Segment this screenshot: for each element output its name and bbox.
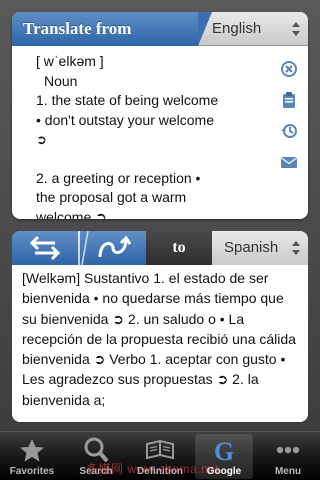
- watermark: 多媒网 www.ebama.net: [86, 462, 220, 476]
- result-panel: [Welkəm] Sustantivo 1. el estado de ser …: [12, 265, 308, 422]
- source-language-select[interactable]: English: [212, 12, 308, 46]
- tab-favorites[interactable]: Favorites: [3, 434, 61, 479]
- star-icon: [20, 439, 44, 462]
- language-bar: to Spanish: [12, 231, 308, 265]
- to-separator: to: [146, 231, 212, 265]
- example-2: the proposal got a warm: [36, 189, 187, 205]
- select-arrows-icon: [292, 22, 300, 36]
- mail-icon[interactable]: [280, 153, 298, 171]
- translation-text[interactable]: [Welkəm] Sustantivo 1. el estado de ser …: [22, 268, 302, 410]
- phonetic: [ wˈelkəm ]: [36, 53, 104, 69]
- link-arrow-icon[interactable]: ➲: [36, 130, 272, 150]
- more-dots-icon: [276, 446, 300, 454]
- source-panel: Translate from English [ wˈelkəm ] Noun …: [12, 12, 308, 219]
- select-arrows-icon: [292, 241, 300, 255]
- tab-label: Menu: [274, 466, 302, 477]
- translate-from-label: Translate from: [12, 12, 212, 46]
- transliterate-button[interactable]: [80, 231, 146, 265]
- definition-1: 1. the state of being welcome: [36, 92, 219, 108]
- source-header: Translate from English: [12, 12, 308, 46]
- transliterate-icon: [81, 231, 132, 265]
- source-language-value: English: [212, 20, 262, 37]
- clear-icon[interactable]: [280, 60, 298, 78]
- target-language-select[interactable]: Spanish: [212, 231, 308, 265]
- example-1: • don't outstay your welcome: [36, 111, 214, 128]
- clipboard-icon[interactable]: [280, 91, 298, 109]
- target-language-value: Spanish: [224, 239, 279, 256]
- swap-arrows-icon: [29, 235, 61, 261]
- history-icon[interactable]: [280, 122, 298, 140]
- to-label: to: [172, 239, 186, 256]
- part-of-speech: Noun: [44, 72, 78, 89]
- source-text[interactable]: [ wˈelkəm ] Noun 1. the state of being w…: [36, 52, 272, 219]
- tab-label: Favorites: [9, 466, 55, 477]
- definition-2: 2. a greeting or reception •: [36, 169, 201, 186]
- swap-languages-button[interactable]: [12, 231, 78, 265]
- example-2-cont: welcome ➲: [36, 208, 107, 220]
- tab-menu[interactable]: Menu: [259, 434, 317, 479]
- side-tools: [276, 60, 302, 184]
